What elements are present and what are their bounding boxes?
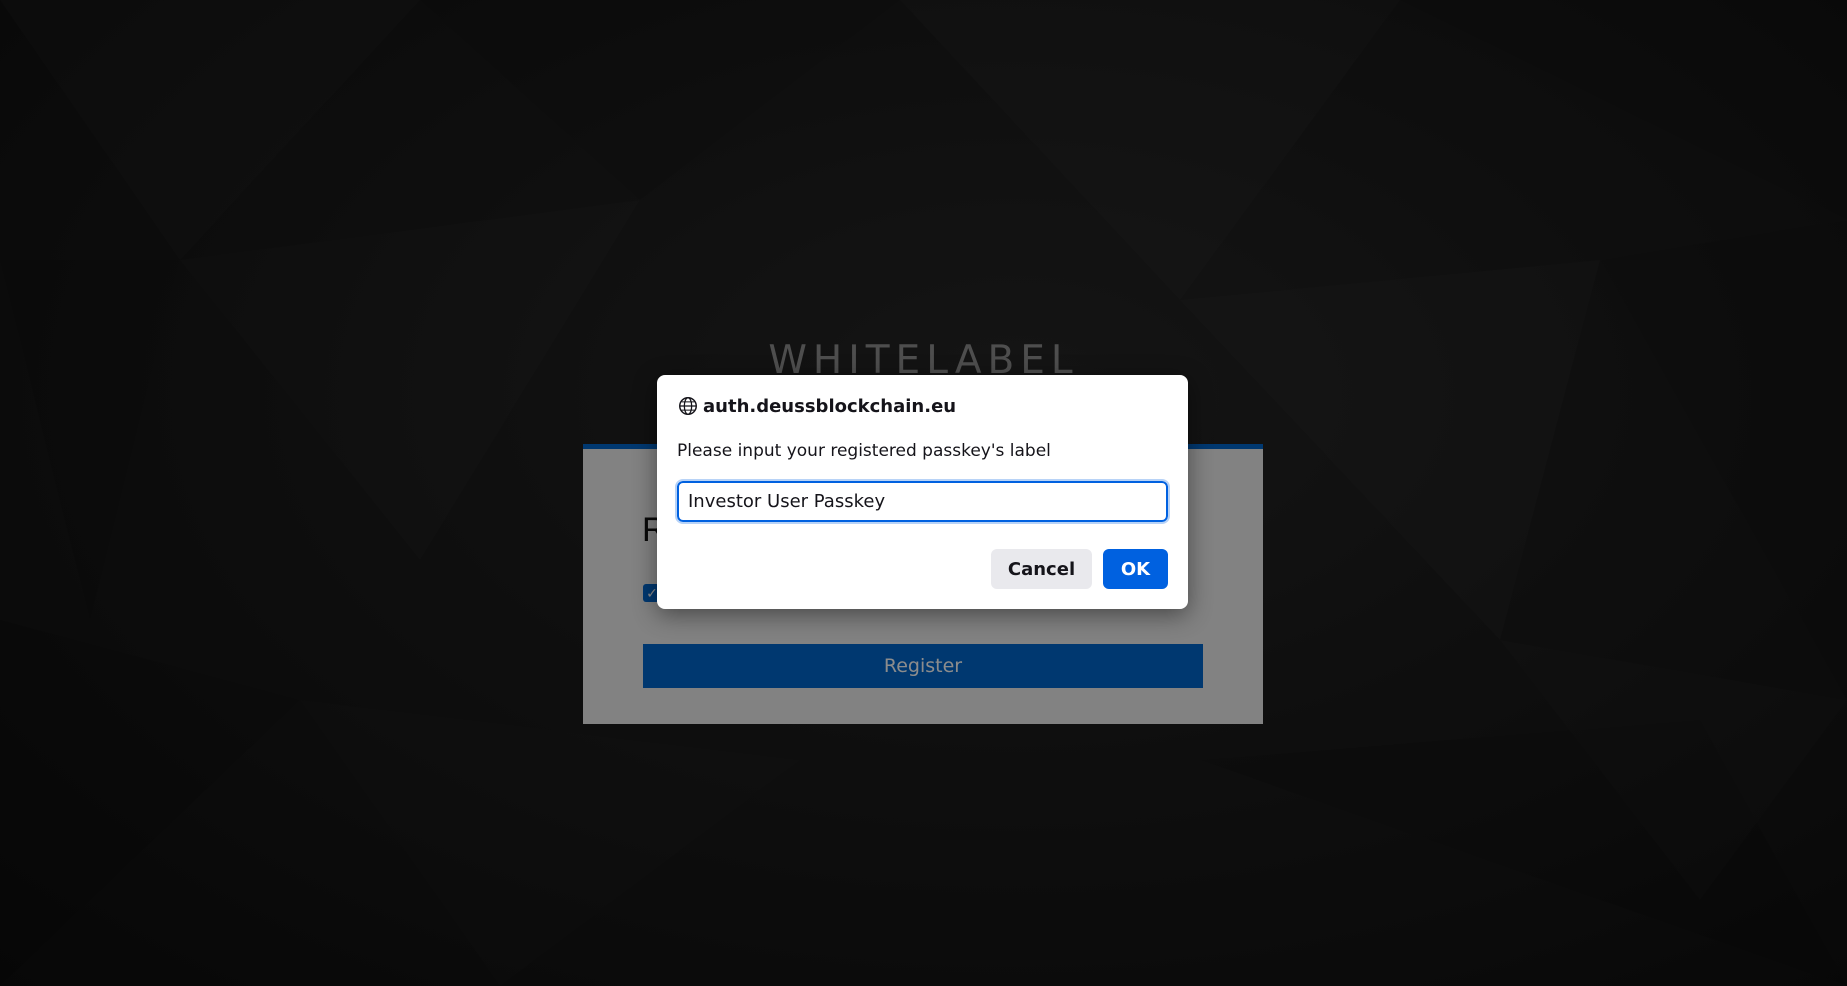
globe-icon [679, 397, 697, 415]
prompt-dialog: auth.deussblockchain.eu Please input you… [657, 375, 1188, 609]
ok-button[interactable]: OK [1103, 549, 1168, 589]
page-background: WHITELABEL R ✓ Register auth.deussblockc… [0, 0, 1847, 986]
passkey-label-input[interactable] [675, 479, 1170, 524]
dialog-origin: auth.deussblockchain.eu [677, 395, 956, 417]
cancel-button[interactable]: Cancel [991, 549, 1092, 589]
dialog-message: Please input your registered passkey's l… [677, 441, 1051, 461]
origin-domain: auth.deussblockchain.eu [703, 395, 957, 417]
